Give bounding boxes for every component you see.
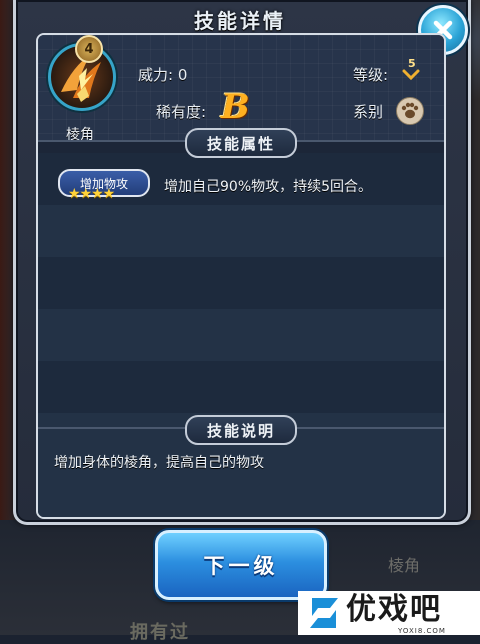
chevron-down-icon bbox=[402, 69, 420, 81]
attributes-section-title: 技能属性 bbox=[185, 128, 297, 158]
series-badge[interactable] bbox=[396, 97, 424, 125]
skill-detail-content: 4 棱角 威力: 0 等级: 5 稀有度: B 系别 技能属性 增加物攻 ★★★… bbox=[36, 33, 446, 519]
dialog-title: 技能详情 bbox=[194, 9, 286, 33]
series-label: 系别 bbox=[353, 103, 384, 121]
grade-value-icon: 5 bbox=[402, 57, 422, 83]
grade-label: 等级: bbox=[353, 66, 389, 84]
power-stat: 威力: 0 bbox=[138, 66, 188, 84]
description-section-title: 技能说明 bbox=[185, 415, 297, 445]
background-skill-label: 棱角 bbox=[388, 556, 421, 575]
skill-level-badge: 4 bbox=[75, 35, 103, 63]
effect-description: 增加自己90%物攻，持续5回合。 bbox=[164, 179, 373, 195]
next-level-button[interactable]: 下一级 bbox=[155, 530, 327, 600]
watermark-text: 优戏吧 bbox=[346, 592, 442, 627]
skill-description: 增加身体的棱角，提高自己的物攻 bbox=[54, 455, 264, 471]
paw-icon bbox=[401, 102, 419, 119]
watermark-sub: YOXI8.COM bbox=[398, 627, 446, 635]
attribute-row-empty bbox=[38, 309, 444, 361]
watermark-logo-icon bbox=[310, 598, 338, 628]
rarity-grade: B bbox=[221, 87, 250, 127]
attribute-row-empty bbox=[38, 205, 444, 257]
rarity-label: 稀有度: bbox=[156, 103, 207, 121]
star-rating: ★★★★ bbox=[68, 186, 115, 202]
background-owned-label: 拥有过 bbox=[130, 622, 190, 643]
attribute-row-empty bbox=[38, 257, 444, 309]
attribute-row-empty bbox=[38, 361, 444, 413]
